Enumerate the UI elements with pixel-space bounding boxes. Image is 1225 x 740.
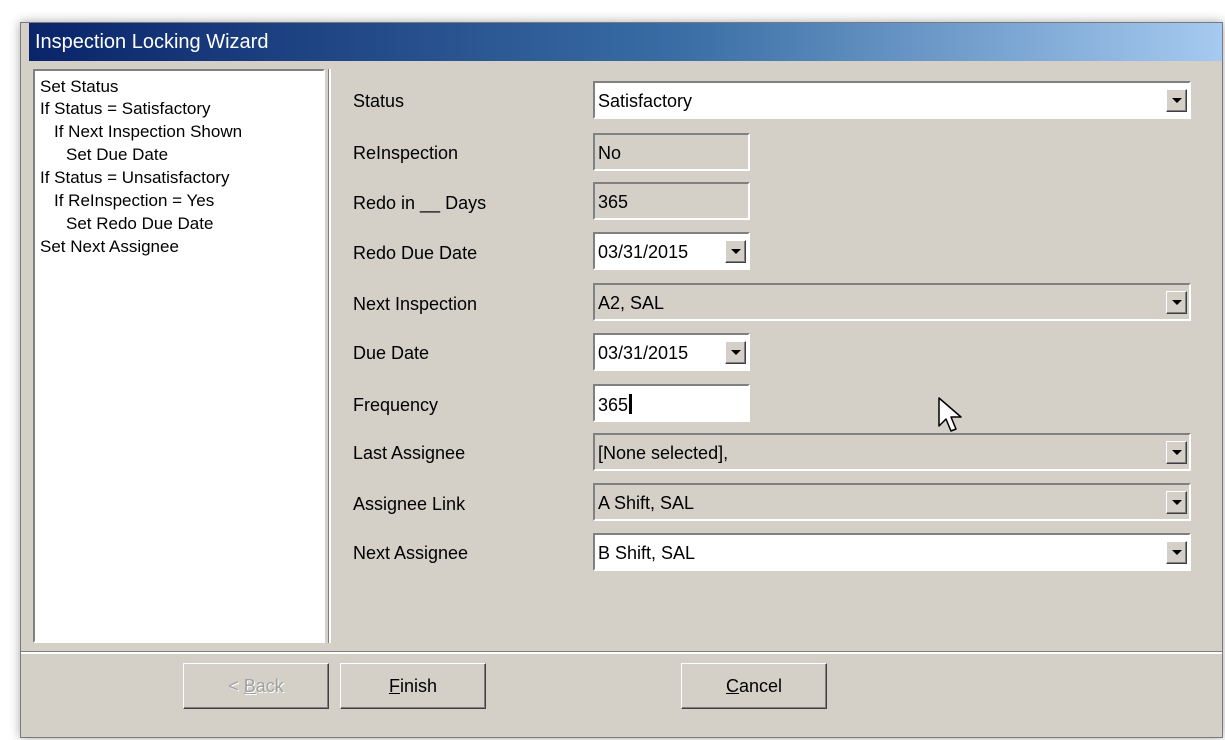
next-inspection-dropdown[interactable]: A2, SAL [593,283,1191,321]
step-if-satisfactory: If Status = Satisfactory [40,99,211,118]
reinspection-label: ReInspection [353,143,459,163]
chevron-down-icon[interactable] [1166,291,1187,314]
reinspection-field: No [593,133,750,171]
next-inspection-value: A2, SAL [598,293,665,313]
chevron-down-icon[interactable] [725,240,746,263]
cancel-rest: ancel [738,676,783,696]
status-value: Satisfactory [598,91,693,111]
redo-due-date-value: 03/31/2015 [598,242,689,262]
redo-days-value: 365 [598,192,629,212]
step-if-unsatisfactory: If Status = Unsatisfactory [40,168,230,187]
back-mnemonic: B [243,676,256,696]
back-prefix: < [228,676,244,696]
chevron-down-icon[interactable] [1166,441,1187,464]
redo-days-field: 365 [593,182,750,220]
step-set-due-date: Set Due Date [66,145,169,164]
last-assignee-dropdown[interactable]: [None selected], [593,433,1191,471]
last-assignee-value: [None selected], [598,443,729,463]
frequency-label: Frequency [353,395,439,415]
chevron-down-icon[interactable] [725,341,746,364]
next-inspection-label: Next Inspection [353,294,478,314]
step-set-redo-due-date: Set Redo Due Date [66,214,214,233]
frequency-input[interactable]: 365 [593,384,750,422]
finish-rest: inish [399,676,438,696]
next-assignee-label: Next Assignee [353,543,469,563]
cancel-mnemonic: C [725,676,739,696]
step-if-reinspection: If ReInspection = Yes [54,191,215,210]
back-rest: ack [255,676,284,696]
finish-button[interactable]: Finish [340,663,486,709]
cancel-button[interactable]: Cancel [681,663,827,709]
steps-list: Set Status If Status = Satisfactory If N… [33,69,325,643]
chevron-down-icon[interactable] [1166,541,1187,564]
due-date-value: 03/31/2015 [598,343,689,363]
reinspection-value: No [598,143,622,163]
chevron-down-icon[interactable] [1166,491,1187,514]
panel-divider [328,69,331,643]
title-bar[interactable]: Inspection Locking Wizard [29,23,1222,61]
step-set-next-assignee: Set Next Assignee [40,237,179,256]
window-title: Inspection Locking Wizard [35,31,269,53]
status-dropdown[interactable]: Satisfactory [593,81,1191,119]
assignee-link-label: Assignee Link [353,494,466,514]
back-button[interactable]: < Back [183,663,329,709]
finish-mnemonic: F [388,676,400,696]
next-assignee-dropdown[interactable]: B Shift, SAL [593,533,1191,571]
due-date-label: Due Date [353,343,430,363]
wizard-window: Inspection Locking Wizard Set Status If … [20,22,1223,738]
frequency-value: 365 [598,395,629,415]
redo-days-label: Redo in __ Days [353,193,487,213]
due-date-picker[interactable]: 03/31/2015 [593,333,750,371]
button-bar-divider [21,651,1222,654]
chevron-down-icon[interactable] [1166,89,1187,112]
redo-due-date-picker[interactable]: 03/31/2015 [593,232,750,270]
assignee-link-value: A Shift, SAL [598,493,695,513]
step-if-next-inspection: If Next Inspection Shown [54,122,243,141]
redo-due-date-label: Redo Due Date [353,243,478,263]
assignee-link-dropdown[interactable]: A Shift, SAL [593,483,1191,521]
frequency-text: 365 [598,394,633,416]
text-caret [629,394,633,414]
last-assignee-label: Last Assignee [353,443,466,463]
mouse-pointer-icon [938,397,962,432]
step-set-status: Set Status [40,77,119,96]
status-label: Status [353,91,405,111]
next-assignee-value: B Shift, SAL [598,543,696,563]
